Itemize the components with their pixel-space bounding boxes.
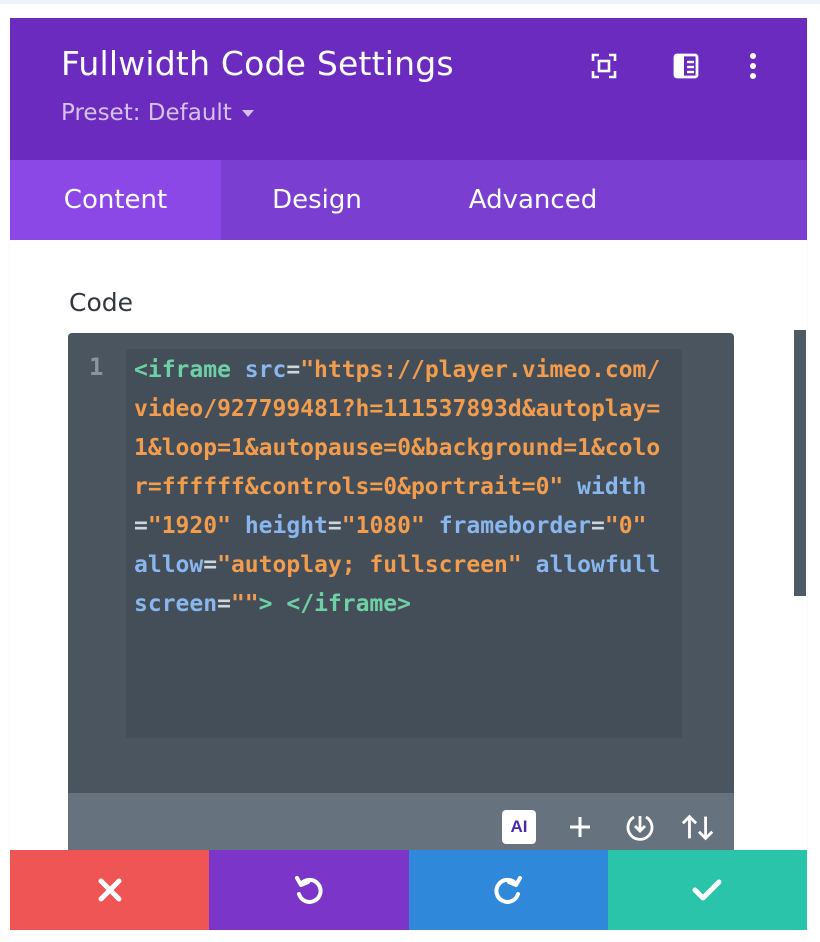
check-icon <box>692 879 722 901</box>
code-token: "" <box>230 591 259 617</box>
tab-bar: Content Design Advanced <box>10 160 807 240</box>
sort-icon[interactable] <box>680 809 716 845</box>
line-number: 1 <box>89 353 104 381</box>
save-button[interactable] <box>607 850 807 930</box>
content-area: Code 1 <iframe src="https://player.vimeo… <box>10 240 807 930</box>
code-token: = <box>134 513 148 539</box>
code-token: > <box>258 591 273 617</box>
preset-dropdown[interactable]: Preset: Default <box>61 100 254 126</box>
undo-button[interactable] <box>209 850 409 930</box>
redo-button[interactable] <box>408 850 608 930</box>
code-token: "1920" <box>147 513 231 539</box>
code-token: height <box>244 513 328 539</box>
settings-modal: Fullwidth Code Settings Preset: Default <box>10 18 807 930</box>
code-editor[interactable]: 1 <iframe src="https://player.vimeo.com/… <box>68 333 734 863</box>
tab-content[interactable]: Content <box>10 160 221 240</box>
more-vertical-icon[interactable] <box>739 52 767 80</box>
split-view-icon[interactable] <box>672 52 700 80</box>
plus-icon[interactable] <box>562 809 598 845</box>
modal-header: Fullwidth Code Settings Preset: Default <box>10 18 807 160</box>
code-text[interactable]: <iframe src="https://player.vimeo.com/vi… <box>126 349 682 624</box>
caret-down-icon <box>241 109 254 117</box>
code-token: = <box>286 357 301 383</box>
tab-design[interactable]: Design <box>221 160 413 240</box>
close-icon <box>98 878 122 902</box>
code-token: = <box>327 513 342 539</box>
code-token: = <box>203 552 218 578</box>
top-strip <box>0 0 820 4</box>
preset-label: Preset: Default <box>61 100 232 126</box>
expand-icon[interactable] <box>590 52 618 80</box>
code-token: "autoplay; fullscreen" <box>217 552 522 578</box>
code-token: = <box>591 513 605 539</box>
code-field-label: Code <box>69 288 134 317</box>
modal-title: Fullwidth Code Settings <box>61 44 454 83</box>
code-token: frameborder <box>438 513 592 539</box>
code-token: = <box>217 591 231 617</box>
ai-icon[interactable]: AI <box>501 809 537 845</box>
code-token: <iframe <box>134 357 231 383</box>
code-input[interactable]: <iframe src="https://player.vimeo.com/vi… <box>126 349 682 738</box>
code-token: allow <box>134 552 204 578</box>
scrollbar[interactable] <box>794 330 806 596</box>
code-token: src <box>244 357 287 383</box>
download-icon[interactable] <box>622 809 658 845</box>
redo-icon <box>494 876 523 904</box>
undo-icon <box>294 876 323 904</box>
code-token: "0" <box>604 513 647 539</box>
ai-badge: AI <box>502 810 536 844</box>
footer-actions <box>10 850 807 930</box>
tab-advanced[interactable]: Advanced <box>413 160 653 240</box>
code-token: width <box>577 474 647 500</box>
code-token: </iframe> <box>286 591 411 617</box>
cancel-button[interactable] <box>10 850 210 930</box>
code-token: "1080" <box>341 513 425 539</box>
